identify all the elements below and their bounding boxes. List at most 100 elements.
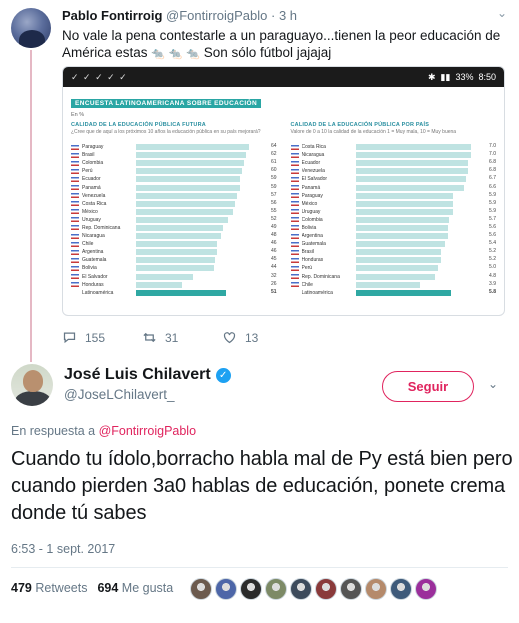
data-label: 5.8 (489, 288, 496, 295)
flag-icon (290, 274, 299, 280)
liker-avatar[interactable] (365, 578, 387, 600)
follow-button[interactable]: Seguir (382, 371, 474, 402)
chart-row: Perú 60 (71, 167, 277, 175)
author-name[interactable]: José Luis Chilavert (64, 366, 211, 384)
flag-icon (71, 160, 79, 166)
chart-title: CALIDAD DE LA EDUCACIÓN PÚBLICA FUTURA (71, 122, 206, 128)
category-label: Nicaragua (82, 233, 105, 240)
author-handle[interactable]: @JoseLChilavert_ (64, 387, 175, 402)
author-name-row[interactable]: José Luis Chilavert ✓ (64, 366, 231, 384)
liker-avatar[interactable] (240, 578, 262, 600)
tweet-image[interactable]: ✓ ✓ ✓ ✓ ✓ ✱ ▮▮ 33% 8:50 ENCUESTA LATINOA… (62, 66, 505, 316)
chart-row: Ecuador 59 (71, 175, 277, 183)
bar (355, 168, 468, 175)
tweet-timestamp[interactable]: 6:53 - 1 sept. 2017 (11, 542, 115, 556)
liker-avatars[interactable] (190, 578, 437, 600)
data-label: 6.6 (489, 183, 496, 190)
author-handle[interactable]: @FontirroigPablo (166, 8, 267, 23)
phone-status-bar: ✓ ✓ ✓ ✓ ✓ ✱ ▮▮ 33% 8:50 (63, 67, 504, 87)
data-label: 7.0 (489, 151, 496, 158)
data-label: 60 (270, 167, 277, 174)
bar (355, 184, 465, 191)
liker-avatar[interactable] (215, 578, 237, 600)
reply-count: 155 (85, 330, 106, 345)
data-label: 4.8 (489, 272, 496, 279)
category-label: Paraguay (82, 144, 104, 151)
flag-icon (71, 217, 79, 223)
like-button[interactable]: 13 (222, 330, 302, 345)
category-label: México (82, 208, 98, 215)
bar (136, 168, 242, 175)
bar (355, 144, 471, 151)
category-label: Honduras (301, 257, 324, 264)
avatar-head (23, 370, 43, 392)
chart-row: Latinoamérica 5.8 (291, 288, 496, 297)
data-label: 5.0 (489, 264, 496, 271)
bar (355, 265, 438, 272)
chart-row: Ecuador 6.8 (290, 159, 496, 167)
category-label: Guatemala (301, 241, 326, 248)
chart-row: Paraguay 5.9 (290, 192, 496, 200)
likes-stat[interactable]: 694 Me gusta (97, 581, 173, 595)
chart-row: Panamá 59 (71, 183, 277, 191)
parent-tweet-header: Pablo Fontirroig @FontirroigPablo · 3 h (62, 8, 297, 23)
flag-icon (290, 152, 299, 158)
data-label: 26 (270, 280, 277, 287)
liker-avatar[interactable] (415, 578, 437, 600)
data-label: 46 (270, 240, 277, 247)
retweets-stat[interactable]: 479 Retweets (11, 581, 87, 595)
liker-avatar[interactable] (190, 578, 212, 600)
chart-row: Perú 5.0 (290, 264, 496, 272)
retweet-button[interactable]: 31 (142, 330, 222, 345)
category-label: Honduras (82, 281, 104, 288)
flag-icon (71, 176, 79, 182)
bar (136, 281, 182, 288)
author-name[interactable]: Pablo Fontirroig (62, 8, 162, 23)
chart-row: Uruguay 5.9 (290, 208, 496, 216)
tweet-time[interactable]: · 3 h (271, 8, 297, 23)
bar (136, 192, 237, 199)
bar (136, 184, 241, 191)
liker-avatar[interactable] (265, 578, 287, 600)
category-label: Costa Rica (301, 144, 326, 151)
avatar[interactable] (11, 364, 53, 406)
data-label: 5.6 (489, 223, 496, 230)
flag-icon (290, 176, 299, 182)
rat-emoji-icon: 🐀 (151, 48, 165, 60)
reply-button[interactable]: 155 (62, 330, 142, 345)
liker-avatar[interactable] (390, 578, 412, 600)
chevron-down-icon[interactable]: ⌄ (497, 6, 507, 20)
data-label: 61 (270, 159, 277, 166)
chart-row: Rep. Dominicana 4.8 (290, 272, 496, 281)
flag-icon (290, 249, 299, 255)
chart-row: Costa Rica 56 (71, 200, 277, 208)
liker-avatar[interactable] (315, 578, 337, 600)
category-label: Uruguay (82, 216, 101, 223)
tweet-actions: 155 31 13 (62, 330, 302, 345)
retweet-icon (143, 332, 156, 343)
reply-handle-link[interactable]: @FontirroigPablo (99, 424, 196, 438)
data-label: 62 (270, 151, 277, 158)
bar (136, 208, 234, 215)
bar (355, 233, 448, 240)
category-label: Costa Rica (82, 200, 107, 207)
liker-avatar[interactable] (340, 578, 362, 600)
category-label: Chile (82, 241, 94, 248)
chart-row: Latinoamérica 51 (71, 289, 277, 297)
data-label: 5.7 (489, 215, 496, 222)
notification-icons: ✓ ✓ ✓ ✓ ✓ (71, 71, 128, 82)
bar (136, 289, 227, 296)
category-label: Brasil (82, 152, 95, 159)
chevron-down-icon[interactable]: ⌄ (488, 377, 498, 391)
flag-icon (71, 185, 79, 191)
chart-row: Nicaragua 48 (71, 232, 277, 240)
category-label: Venezuela (301, 168, 325, 175)
liker-avatar[interactable] (290, 578, 312, 600)
avatar[interactable] (11, 8, 51, 48)
category-label: Argentina (82, 249, 104, 256)
category-label: Rep. Dominicana (82, 224, 121, 231)
flag-icon (290, 168, 299, 174)
flag-icon (290, 209, 299, 215)
bar (136, 216, 228, 223)
parent-tweet[interactable]: Pablo Fontirroig @FontirroigPablo · 3 h … (0, 0, 519, 362)
